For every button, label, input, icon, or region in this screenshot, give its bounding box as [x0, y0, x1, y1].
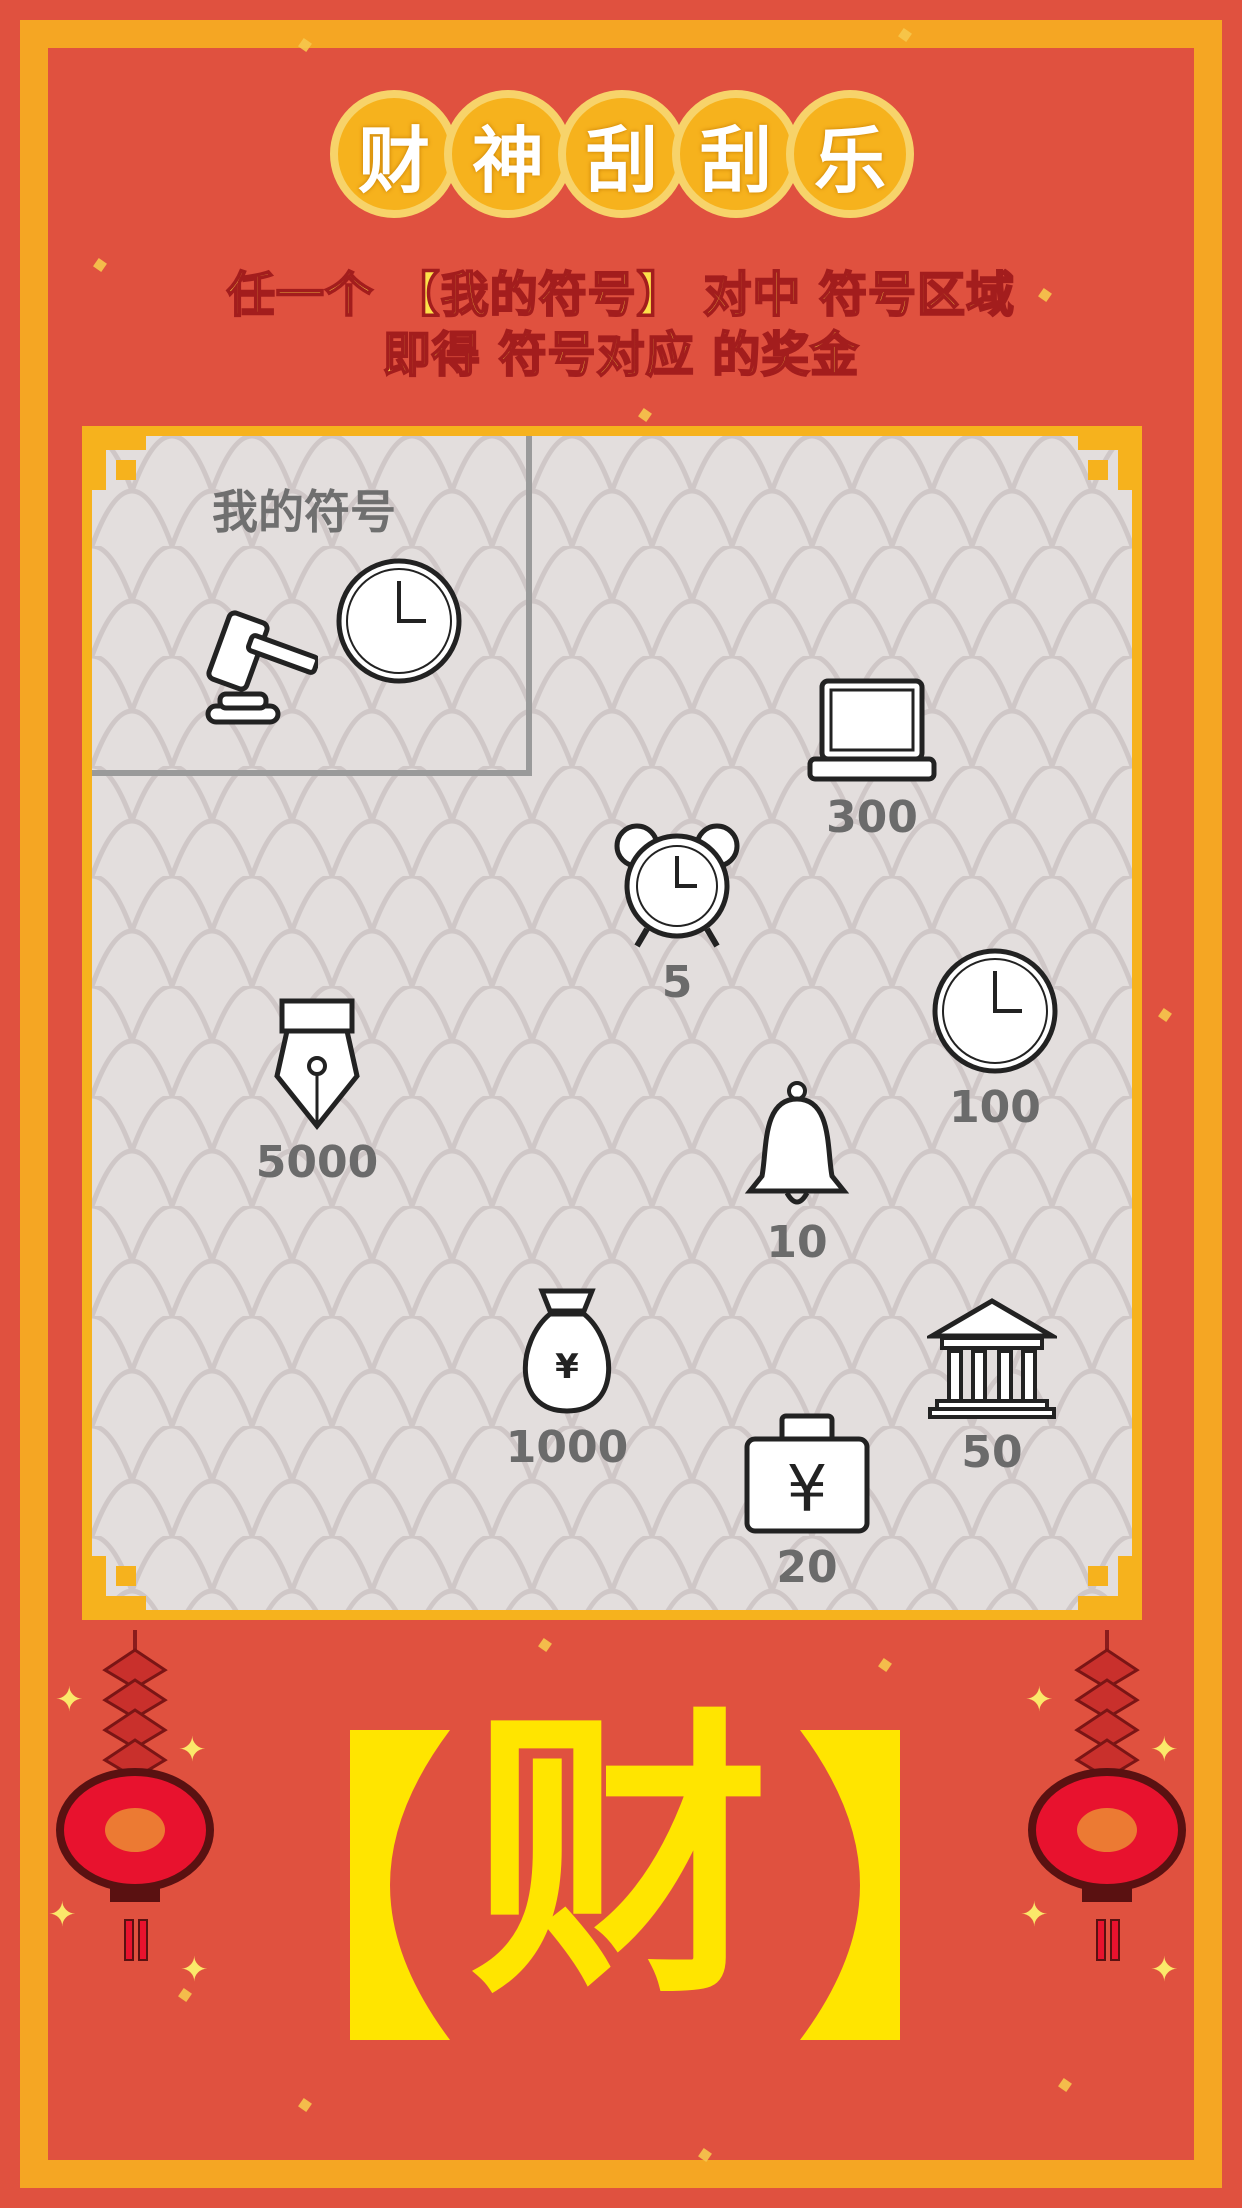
fortune-character: 财	[470, 1685, 770, 2034]
prize-laptop[interactable]: 300	[797, 676, 947, 843]
prize-money-bag[interactable]: ¥ 1000	[492, 1286, 642, 1473]
fountain-pen-icon	[274, 998, 360, 1131]
title-char: 乐	[786, 90, 914, 218]
sparkle-icon: ✦	[1020, 1895, 1049, 1935]
prize-yuan-briefcase[interactable]: ¥ 20	[732, 1411, 882, 1593]
bell-icon	[744, 1081, 850, 1205]
bank-icon	[927, 1298, 1057, 1419]
my-symbols-label: 我的符号	[212, 485, 396, 539]
prize-value: 5000	[255, 1137, 379, 1188]
alarm-clock-icon	[614, 823, 740, 948]
my-symbols-box: 我的符号	[92, 436, 532, 776]
prize-alarm-clock[interactable]: 5	[602, 821, 752, 1008]
yuan-briefcase-icon: ¥	[744, 1413, 870, 1534]
money-bag-icon: ¥	[522, 1288, 612, 1414]
rules-line-2: 即得 符号对应 的奖金	[382, 326, 860, 384]
corner-ornament	[92, 1556, 146, 1610]
prize-value: 100	[949, 1082, 1041, 1133]
title-banner: 财 神 刮 刮 乐	[0, 80, 1242, 220]
svg-text:¥: ¥	[787, 1453, 828, 1527]
title-char: 神	[444, 90, 572, 218]
prize-value: 20	[776, 1542, 838, 1593]
prize-bank[interactable]: 50	[922, 1296, 1062, 1478]
sparkle-icon: ✦	[1025, 1680, 1054, 1720]
title-char: 刮	[672, 90, 800, 218]
prize-value: 50	[961, 1427, 1023, 1478]
sparkle-icon: ✦	[1150, 1730, 1179, 1770]
corner-ornament	[1078, 1556, 1132, 1610]
prize-value: 10	[766, 1217, 828, 1268]
sparkle-icon: ✦	[180, 1950, 209, 1990]
prize-value: 1000	[505, 1422, 629, 1473]
clock-icon	[932, 948, 1058, 1074]
scratch-card[interactable]: 我的符号 300 5 100 5000 10 ¥ 1000 50 ¥ 20	[82, 426, 1142, 1620]
title-char: 财	[330, 90, 458, 218]
sparkle-icon: ✦	[1150, 1950, 1179, 1990]
prize-value: 300	[826, 792, 918, 843]
gavel-icon	[205, 610, 318, 725]
right-bracket-icon	[800, 1730, 900, 2040]
sparkle-icon: ✦	[55, 1680, 84, 1720]
fortune-emblem: 财	[330, 1710, 920, 2040]
sparkle-icon: ✦	[178, 1730, 207, 1770]
clock-icon	[336, 558, 462, 684]
title-char: 刮	[558, 90, 686, 218]
prize-bell[interactable]: 10	[732, 1081, 862, 1268]
title-text: 财 神 刮 刮 乐	[330, 90, 914, 218]
prize-value: 5	[661, 957, 693, 1008]
left-bracket-icon	[350, 1730, 450, 2040]
prize-clock[interactable]: 100	[920, 946, 1070, 1133]
laptop-icon	[807, 678, 937, 782]
prize-fountain-pen[interactable]: 5000	[242, 996, 392, 1188]
sparkle-icon: ✦	[48, 1895, 77, 1935]
corner-ornament	[1078, 436, 1132, 490]
svg-text:¥: ¥	[555, 1347, 579, 1387]
